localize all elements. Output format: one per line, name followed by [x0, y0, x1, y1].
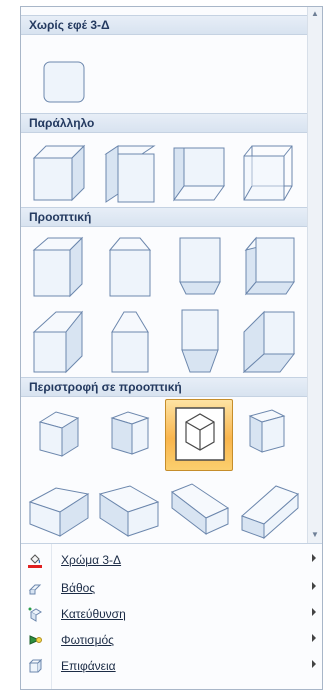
3d-effects-gallery: Χωρίς εφέ 3-Δ Παράλληλο Προοπτική Περιστ…	[20, 6, 323, 690]
tile-perspective-7[interactable]	[165, 303, 233, 375]
depth-icon	[28, 584, 42, 595]
gallery-scrollbar[interactable]: ▲ ▼	[307, 7, 322, 543]
menu-item-direction[interactable]: Κατεύθυνση	[21, 602, 322, 626]
section-header-perspective: Προοπτική	[21, 207, 307, 227]
tile-perspective-2[interactable]	[95, 231, 163, 303]
menu-label-depth: Βάθος	[61, 581, 96, 595]
tile-perspective-5[interactable]	[25, 303, 93, 375]
submenu-arrow-icon	[312, 582, 316, 590]
tile-rotation-1[interactable]	[25, 399, 93, 471]
tile-parallel-2[interactable]	[95, 137, 163, 209]
submenu-arrow-icon	[312, 554, 316, 562]
tile-parallel-4[interactable]	[235, 137, 303, 209]
scroll-down-arrow-icon[interactable]: ▼	[311, 530, 319, 539]
submenu-arrow-icon	[312, 608, 316, 616]
tile-perspective-6[interactable]	[95, 303, 163, 375]
tile-perspective-1[interactable]	[25, 231, 93, 303]
menu-label-lighting: Φωτισμός	[61, 633, 114, 647]
scroll-up-arrow-icon[interactable]: ▲	[311, 9, 319, 18]
tile-rotation-3-selected[interactable]	[165, 399, 233, 471]
tile-rotation-2[interactable]	[95, 399, 163, 471]
direction-icon	[28, 607, 42, 622]
section-header-perspective-rotation: Περιστροφή σε προοπτική	[21, 377, 307, 397]
section-header-no-3d: Χωρίς εφέ 3-Δ	[21, 15, 307, 35]
tile-perspective-4[interactable]	[235, 231, 303, 303]
menu-item-depth[interactable]: Βάθος	[21, 576, 322, 600]
menu-item-3d-color[interactable]: Χρώμα 3-Δ	[21, 548, 322, 572]
menu-item-surface[interactable]: Επιφάνεια	[21, 654, 322, 678]
tile-rotation-8[interactable]	[235, 471, 303, 543]
tile-parallel-3[interactable]	[165, 137, 233, 209]
3d-options-menu: Χρώμα 3-Δ Βάθος Κατεύθυνση Φωτισμός Επιφ…	[21, 543, 322, 689]
menu-item-lighting[interactable]: Φωτισμός	[21, 628, 322, 652]
surface-icon	[28, 658, 43, 673]
tile-rotation-7[interactable]	[165, 471, 233, 543]
submenu-arrow-icon	[312, 660, 316, 668]
menu-label-3d-color: Χρώμα 3-Δ	[61, 553, 122, 567]
lighting-icon	[29, 635, 42, 645]
tile-rotation-6[interactable]	[95, 471, 163, 543]
submenu-arrow-icon	[312, 634, 316, 642]
tile-rotation-5[interactable]	[25, 471, 93, 543]
menu-label-direction: Κατεύθυνση	[61, 607, 126, 621]
menu-label-surface: Επιφάνεια	[61, 659, 116, 673]
tile-rotation-4[interactable]	[235, 399, 303, 471]
paint-bucket-icon	[28, 554, 42, 568]
tile-perspective-8[interactable]	[235, 303, 303, 375]
tile-perspective-3[interactable]	[165, 231, 233, 303]
section-header-parallel: Παράλληλο	[21, 113, 307, 133]
tile-parallel-1[interactable]	[25, 137, 93, 209]
